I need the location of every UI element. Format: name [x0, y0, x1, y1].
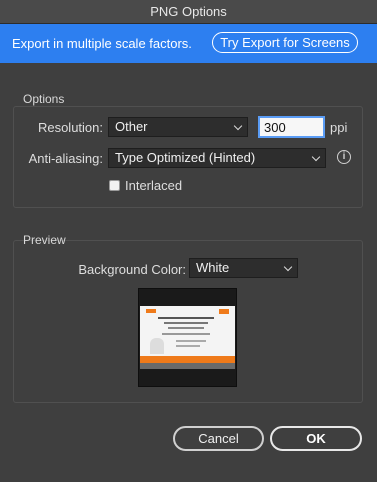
chevron-down-icon	[311, 152, 321, 162]
window-title: PNG Options	[0, 0, 377, 24]
info-icon[interactable]: i	[337, 150, 351, 164]
thumbnail-text-line	[176, 345, 200, 347]
background-color-select[interactable]: White	[189, 258, 298, 278]
preview-image	[138, 288, 237, 387]
resolution-value: Other	[115, 119, 148, 134]
try-export-for-screens-button[interactable]: Try Export for Screens	[212, 32, 358, 53]
thumbnail-logo	[219, 309, 229, 314]
resolution-ppi-input[interactable]	[258, 116, 325, 138]
preview-thumbnail	[140, 306, 235, 369]
thumbnail-text-line	[164, 322, 208, 324]
banner-text: Export in multiple scale factors.	[12, 36, 192, 51]
preview-legend: Preview	[23, 233, 66, 247]
chevron-down-icon	[233, 121, 243, 131]
thumbnail-text-line	[162, 333, 210, 335]
anti-aliasing-value: Type Optimized (Hinted)	[115, 150, 256, 165]
anti-aliasing-select[interactable]: Type Optimized (Hinted)	[108, 148, 326, 168]
resolution-label: Resolution:	[37, 120, 103, 135]
anti-aliasing-label: Anti-aliasing:	[28, 151, 103, 166]
options-legend: Options	[23, 92, 65, 106]
thumbnail-text-line	[158, 317, 214, 319]
ok-button[interactable]: OK	[270, 426, 362, 451]
interlaced-checkbox[interactable]	[109, 180, 120, 191]
background-color-value: White	[196, 260, 230, 275]
interlaced-label[interactable]: Interlaced	[125, 178, 182, 193]
thumbnail-text-line	[168, 327, 204, 329]
thumbnail-shape	[150, 338, 164, 354]
thumbnail-orange-band	[140, 356, 235, 363]
cancel-button[interactable]: Cancel	[173, 426, 264, 451]
resolution-select[interactable]: Other	[108, 117, 248, 137]
thumbnail-logo-left	[146, 309, 156, 313]
chevron-down-icon	[283, 262, 293, 272]
ppi-unit-label: ppi	[330, 120, 348, 135]
export-banner: Export in multiple scale factors. Try Ex…	[0, 24, 377, 63]
background-color-label: Background Color:	[78, 262, 186, 277]
thumbnail-dark-band	[140, 363, 235, 369]
thumbnail-text-line	[176, 340, 206, 342]
